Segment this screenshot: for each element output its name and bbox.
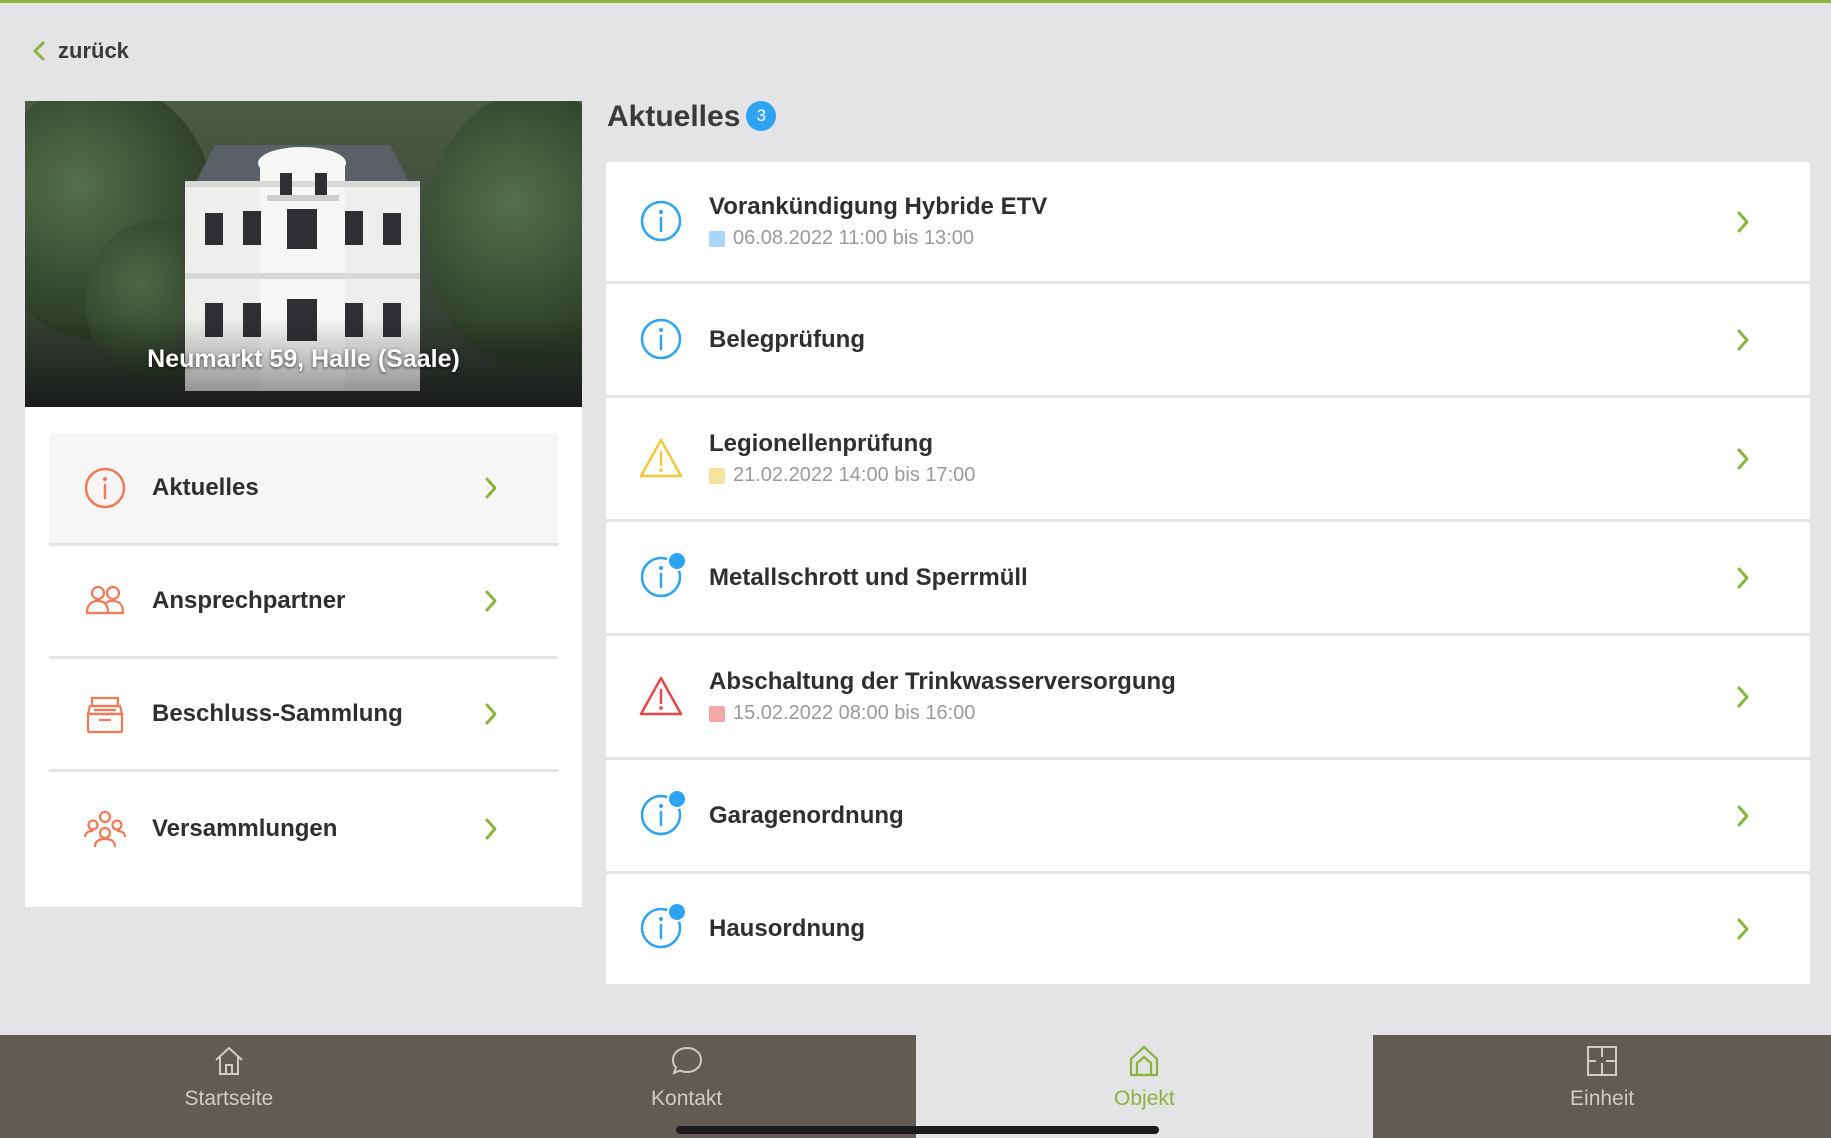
tab-kontakt[interactable]: Kontakt	[458, 1035, 916, 1138]
menu-item-aktuelles[interactable]: Aktuelles	[49, 433, 558, 546]
news-title: Hausordnung	[709, 915, 865, 942]
unread-dot	[667, 550, 687, 571]
tab-einheit[interactable]: Einheit	[1373, 1035, 1831, 1138]
floorplan-icon	[1587, 1046, 1618, 1076]
people-icon	[82, 578, 128, 624]
news-section-header: Aktuelles 3	[607, 100, 777, 134]
back-label: zurück	[58, 38, 129, 63]
section-title: Aktuelles	[607, 100, 741, 133]
tab-label: Startseite	[184, 1087, 274, 1110]
chevron-right-icon	[1737, 329, 1749, 350]
chevron-right-icon	[1737, 567, 1749, 588]
tab-startseite[interactable]: Startseite	[0, 1035, 458, 1138]
menu-item-label: Ansprechpartner	[152, 587, 346, 614]
alert-icon	[639, 674, 685, 720]
tab-label: Kontakt	[651, 1087, 723, 1110]
news-title: Garagenordnung	[709, 801, 904, 829]
property-address: Neumarkt 59, Halle (Saale)	[147, 345, 460, 373]
property-card: Neumarkt 59, Halle (Saale) Aktuelles Ans…	[25, 101, 582, 907]
news-title: Legionellenprüfung	[709, 430, 933, 457]
chevron-right-icon	[1737, 448, 1749, 469]
tab-label: Einheit	[1570, 1087, 1635, 1110]
news-item[interactable]: Metallschrott und Sperrmüll	[606, 522, 1810, 633]
chevron-right-icon	[485, 590, 497, 612]
news-title: Abschaltung der Trinkwasserversorgung	[709, 668, 1176, 695]
menu-item-label: Aktuelles	[152, 474, 259, 501]
news-item[interactable]: Abschaltung der Trinkwasserversorgung 15…	[606, 636, 1810, 757]
info-icon	[639, 317, 685, 363]
back-button[interactable]: zurück	[30, 38, 129, 64]
menu-item-versammlungen[interactable]: Versammlungen	[49, 772, 558, 885]
calendar-icon	[709, 467, 725, 484]
news-date: 06.08.2022 11:00 bis 13:00	[733, 227, 974, 249]
tab-objekt[interactable]: Objekt	[915, 1035, 1374, 1138]
news-title: Vorankündigung Hybride ETV	[709, 193, 1048, 220]
menu-item-beschluss-sammlung[interactable]: Beschluss-Sammlung	[49, 659, 558, 772]
news-item[interactable]: Belegprüfung	[606, 284, 1810, 395]
news-date: 21.02.2022 14:00 bis 17:00	[733, 464, 976, 486]
info-icon	[639, 199, 685, 245]
building-icon	[1130, 1045, 1159, 1077]
chevron-right-icon	[1737, 686, 1749, 707]
tab-bar: Startseite Kontakt Objekt Einheit	[0, 1035, 1831, 1138]
archive-icon	[82, 691, 128, 737]
chevron-right-icon	[1737, 805, 1749, 826]
chevron-right-icon	[485, 818, 497, 839]
home-indicator	[676, 1126, 1159, 1134]
chat-bubble-icon	[671, 1046, 702, 1075]
info-icon	[639, 902, 687, 952]
chevron-right-icon	[485, 703, 497, 725]
tab-label: Objekt	[1114, 1087, 1175, 1110]
news-item[interactable]: Garagenordnung	[606, 760, 1810, 871]
property-menu: Aktuelles Ansprechpartner Beschluss-Samm…	[49, 433, 558, 885]
chevron-right-icon	[1737, 918, 1749, 940]
calendar-icon	[709, 705, 725, 722]
top-accent-line	[0, 0, 1831, 3]
info-icon	[82, 465, 128, 511]
unread-dot	[667, 788, 687, 809]
news-title: Metallschrott und Sperrmüll	[709, 563, 1028, 591]
news-list: Vorankündigung Hybride ETV 06.08.2022 11…	[606, 162, 1810, 987]
info-icon	[639, 550, 687, 601]
warning-icon	[639, 436, 685, 482]
home-icon	[215, 1046, 243, 1075]
chevron-right-icon	[485, 477, 497, 499]
menu-item-ansprechpartner[interactable]: Ansprechpartner	[49, 546, 558, 659]
group-icon	[82, 806, 128, 852]
unread-dot	[667, 902, 687, 922]
info-icon	[639, 788, 687, 839]
news-item[interactable]: Hausordnung	[606, 874, 1810, 984]
chevron-left-icon	[33, 41, 45, 61]
calendar-icon	[709, 230, 725, 247]
chevron-right-icon	[1737, 211, 1749, 232]
news-title: Belegprüfung	[709, 325, 865, 353]
menu-item-label: Versammlungen	[152, 814, 338, 842]
menu-item-label: Beschluss-Sammlung	[152, 700, 403, 727]
news-item[interactable]: Legionellenprüfung 21.02.2022 14:00 bis …	[606, 398, 1810, 519]
news-date: 15.02.2022 08:00 bis 16:00	[733, 702, 976, 724]
news-item[interactable]: Vorankündigung Hybride ETV 06.08.2022 11…	[606, 162, 1810, 281]
property-photo: Neumarkt 59, Halle (Saale)	[25, 101, 582, 407]
count-badge: 3	[746, 101, 777, 131]
